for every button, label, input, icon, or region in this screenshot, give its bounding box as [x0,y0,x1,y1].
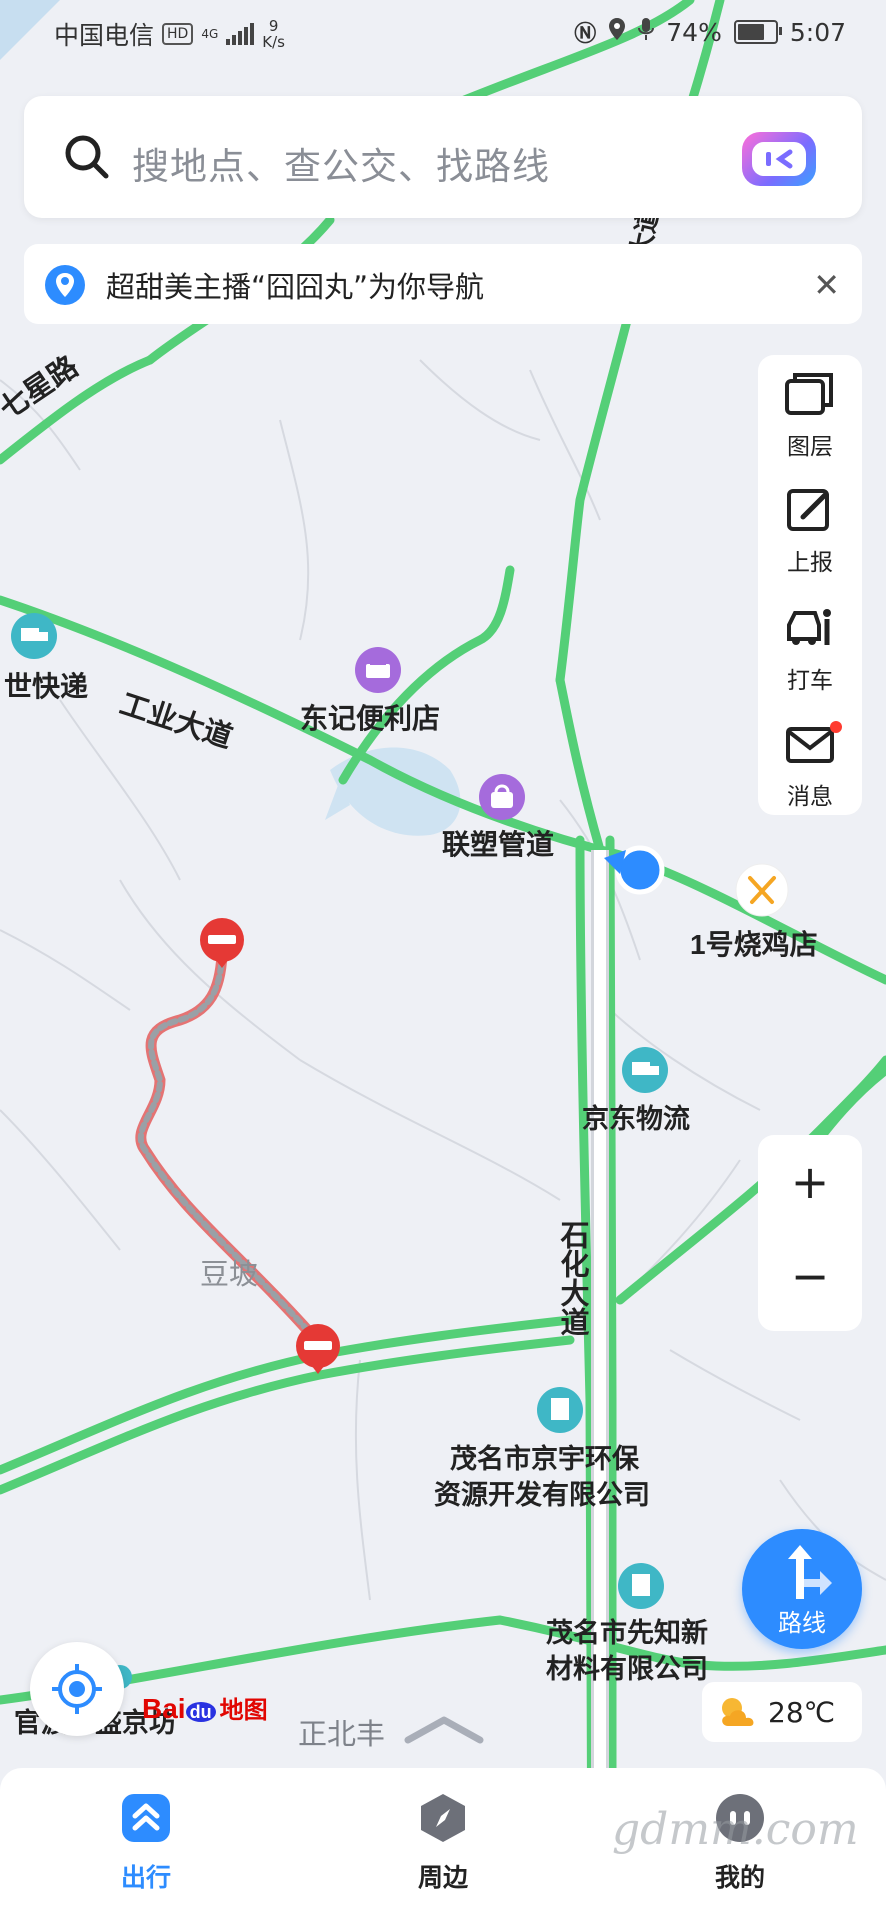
location-pin-icon [44,264,86,310]
logo-ditu: 地图 [219,1697,268,1724]
zoom-in-button[interactable]: + [758,1155,862,1209]
tool-taxi-button[interactable]: 打车 [758,591,862,703]
zoom-control: + − [758,1135,862,1331]
taxi-icon [785,605,835,655]
route-label: 路线 [778,1609,826,1637]
poi-shop-icon[interactable] [479,774,525,820]
close-icon[interactable]: ✕ [813,266,840,304]
tool-message-button[interactable]: 消息 [758,707,862,819]
search-bar[interactable]: 搜地点、查公交、找路线 [24,96,862,218]
hd-badge: HD [162,23,194,45]
tab-label: 周边 [417,1863,468,1892]
mail-icon [785,721,835,771]
tool-layers-button[interactable]: 图层 [758,357,862,469]
tool-label: 打车 [787,668,833,694]
status-bar: 中国电信 HD 4G 9 K/s Ⓝ 74% 5:07 [0,0,886,66]
logo-bai: Bai [142,1693,186,1724]
route-arrow-icon [788,1545,832,1599]
locate-me-button[interactable] [30,1642,124,1736]
logo-du: du [185,1702,216,1722]
tab-nearby[interactable]: 周边 [343,1768,543,1920]
baidu-map-logo: Bai du 地图 [142,1690,268,1725]
layers-icon [785,371,835,421]
network-type: 4G [201,27,219,41]
poi-logistics-icon[interactable] [622,1047,668,1093]
watermark: gdmm.com [612,1804,859,1855]
search-icon [64,134,110,184]
clock: 5:07 [789,17,846,47]
poi-label: 材料有限公司 [546,1654,708,1684]
search-placeholder[interactable]: 搜地点、查公交、找路线 [132,136,550,190]
poi-label: 京东物流 [582,1103,690,1134]
net-speed: 9 K/s [262,18,285,50]
weather-widget[interactable]: 28℃ [702,1682,862,1742]
crosshair-icon [52,1664,102,1714]
chevron-up-icon[interactable] [404,1714,484,1744]
tool-label: 消息 [787,784,833,810]
carrier-name: 中国电信 [54,21,155,50]
report-edit-icon [785,487,835,537]
compass-direction: 正北丰 [298,1717,386,1751]
poi-label: 联塑管道 [442,828,554,860]
ai-assistant-icon[interactable] [742,132,816,186]
unread-dot [830,721,842,733]
area-label: 豆坡 [200,1258,258,1291]
tab-travel[interactable]: 出行 [46,1768,246,1920]
poi-label: 资源开发有限公司 [434,1479,650,1510]
map-tools-panel: 图层 上报 打车 消息 [758,355,862,815]
net-speed-unit: K/s [262,33,285,51]
temperature: 28℃ [768,1696,836,1729]
poi-store-icon[interactable] [355,647,401,693]
poi-company-icon[interactable] [537,1387,583,1433]
microphone-icon [638,17,655,47]
tool-label: 图层 [787,434,833,460]
route-button[interactable]: 路线 [742,1529,862,1649]
tab-label: 我的 [714,1863,765,1892]
tool-label: 上报 [787,550,833,576]
signal-icon [226,23,255,45]
location-icon [608,17,626,47]
nfc-icon: Ⓝ [574,22,597,47]
poi-label: 东记便利店 [300,702,440,734]
zoom-out-button[interactable]: − [758,1249,862,1303]
battery-icon [733,20,782,44]
poi-restaurant-icon[interactable] [735,863,789,917]
poi-label: 茂名市先知新 [546,1617,708,1648]
tab-label: 出行 [120,1863,171,1892]
banner-text: 超甜美主播“囧囧丸”为你导航 [106,270,485,304]
poi-label: 1号烧鸡店 [690,928,818,960]
tool-report-button[interactable]: 上报 [758,473,862,585]
compass-icon [421,1794,465,1842]
partly-cloudy-icon [722,1698,754,1726]
travel-icon [122,1794,170,1842]
road-label-vertical: 石化大道 [556,1220,591,1336]
battery-percent: 74% [666,17,722,47]
poi-label: 世快递 [4,670,88,702]
voice-navigation-banner[interactable]: 超甜美主播“囧囧丸”为你导航 ✕ [24,244,862,324]
poi-label: 茂名市京宇环保 [450,1443,640,1474]
poi-logistics-icon[interactable] [11,613,57,659]
poi-company-icon[interactable] [618,1563,664,1609]
